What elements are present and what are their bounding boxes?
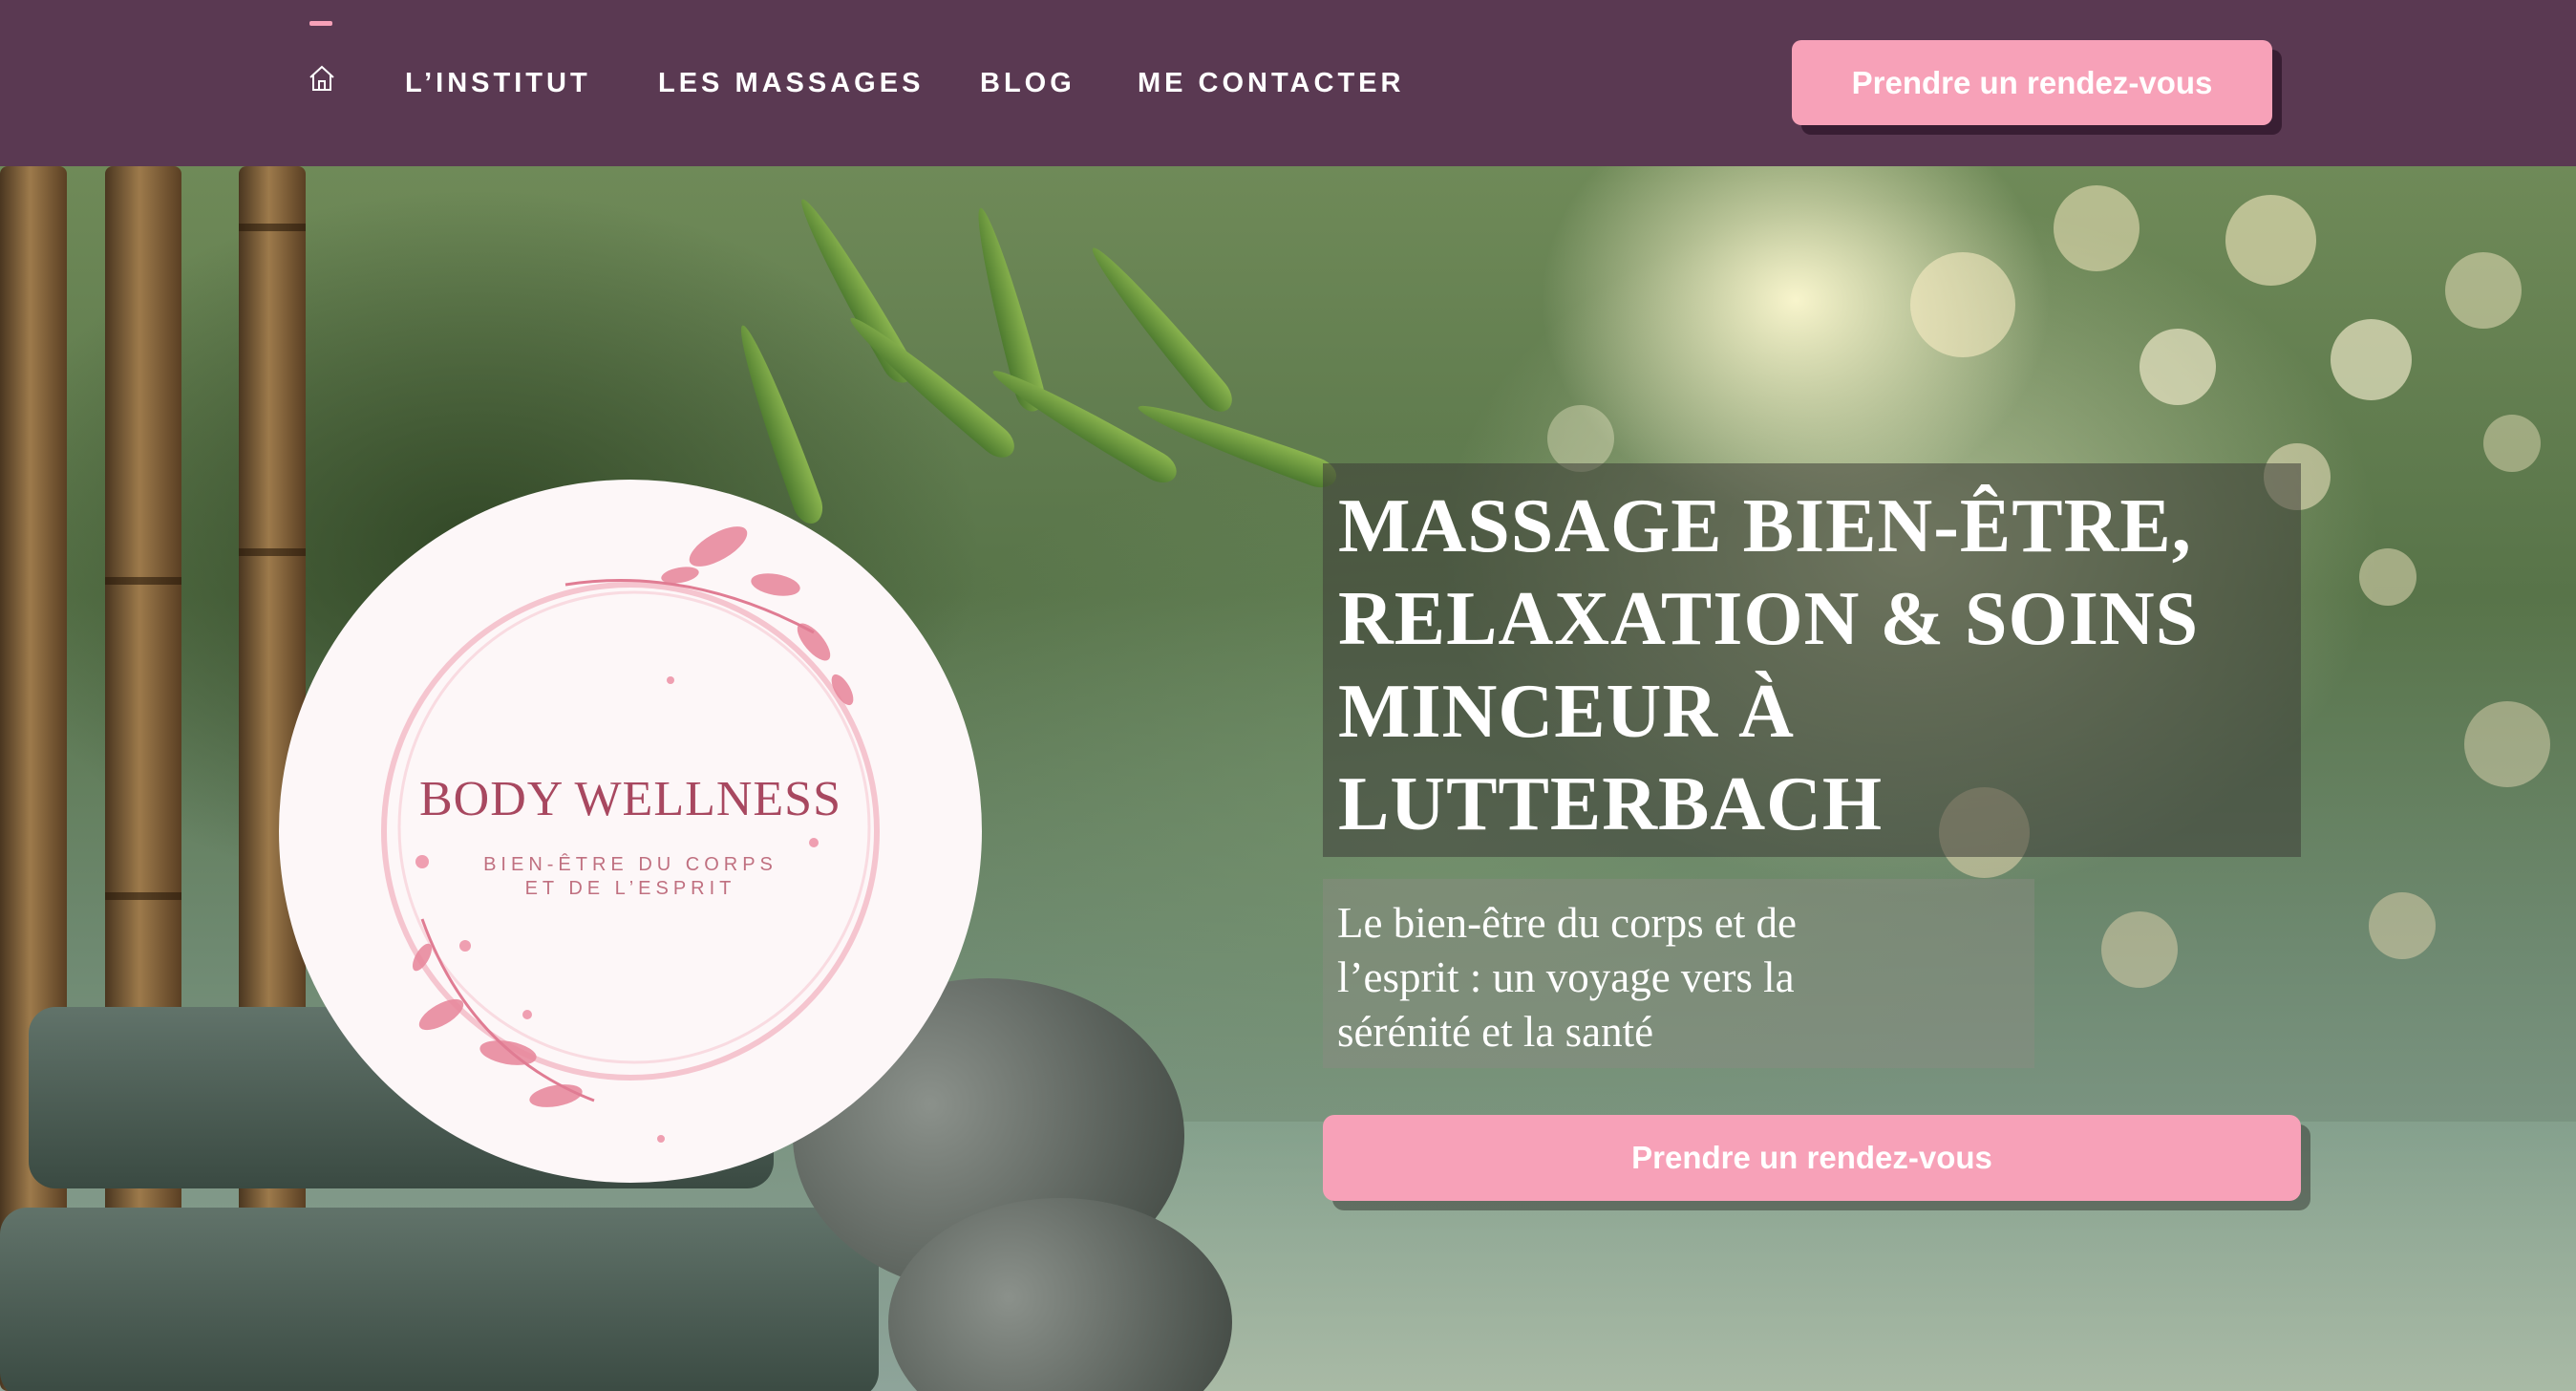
- home-icon[interactable]: [308, 64, 336, 93]
- hero-subline: Le bien-être du corps et de l’esprit : u…: [1337, 899, 1798, 1056]
- hero-headline-box: MASSAGE BIEN-ÊTRE, RELAXATION & SOINS MI…: [1323, 463, 2301, 857]
- hero-subline-box: Le bien-être du corps et de l’esprit : u…: [1323, 879, 2034, 1068]
- nav-item-massages[interactable]: LES MASSAGES: [658, 66, 924, 100]
- nav-item-contact[interactable]: ME CONTACTER: [1138, 66, 1404, 100]
- nav-item-institut[interactable]: L’INSTITUT: [405, 66, 591, 100]
- active-nav-indicator: [309, 21, 332, 26]
- floral-wreath-icon: [381, 526, 880, 1143]
- site-header: L’INSTITUT LES MASSAGES BLOG ME CONTACTE…: [0, 0, 2576, 166]
- logo-subtitle-line1: BIEN-ÊTRE DU CORPS: [483, 854, 777, 875]
- hero-section: BODY WELLNESS BIEN-ÊTRE DU CORPS ET DE L…: [0, 166, 2576, 1391]
- hero-headline: MASSAGE BIEN-ÊTRE, RELAXATION & SOINS MI…: [1338, 484, 2200, 846]
- logo-subtitle-line2: ET DE L’ESPRIT: [524, 878, 736, 899]
- nav-item-blog[interactable]: BLOG: [980, 66, 1075, 100]
- hero-appointment-button[interactable]: Prendre un rendez-vous: [1323, 1115, 2301, 1201]
- logo-title: BODY WELLNESS: [419, 772, 841, 826]
- body-wellness-logo: BODY WELLNESS BIEN-ÊTRE DU CORPS ET DE L…: [279, 480, 982, 1183]
- header-appointment-button[interactable]: Prendre un rendez-vous: [1792, 40, 2272, 125]
